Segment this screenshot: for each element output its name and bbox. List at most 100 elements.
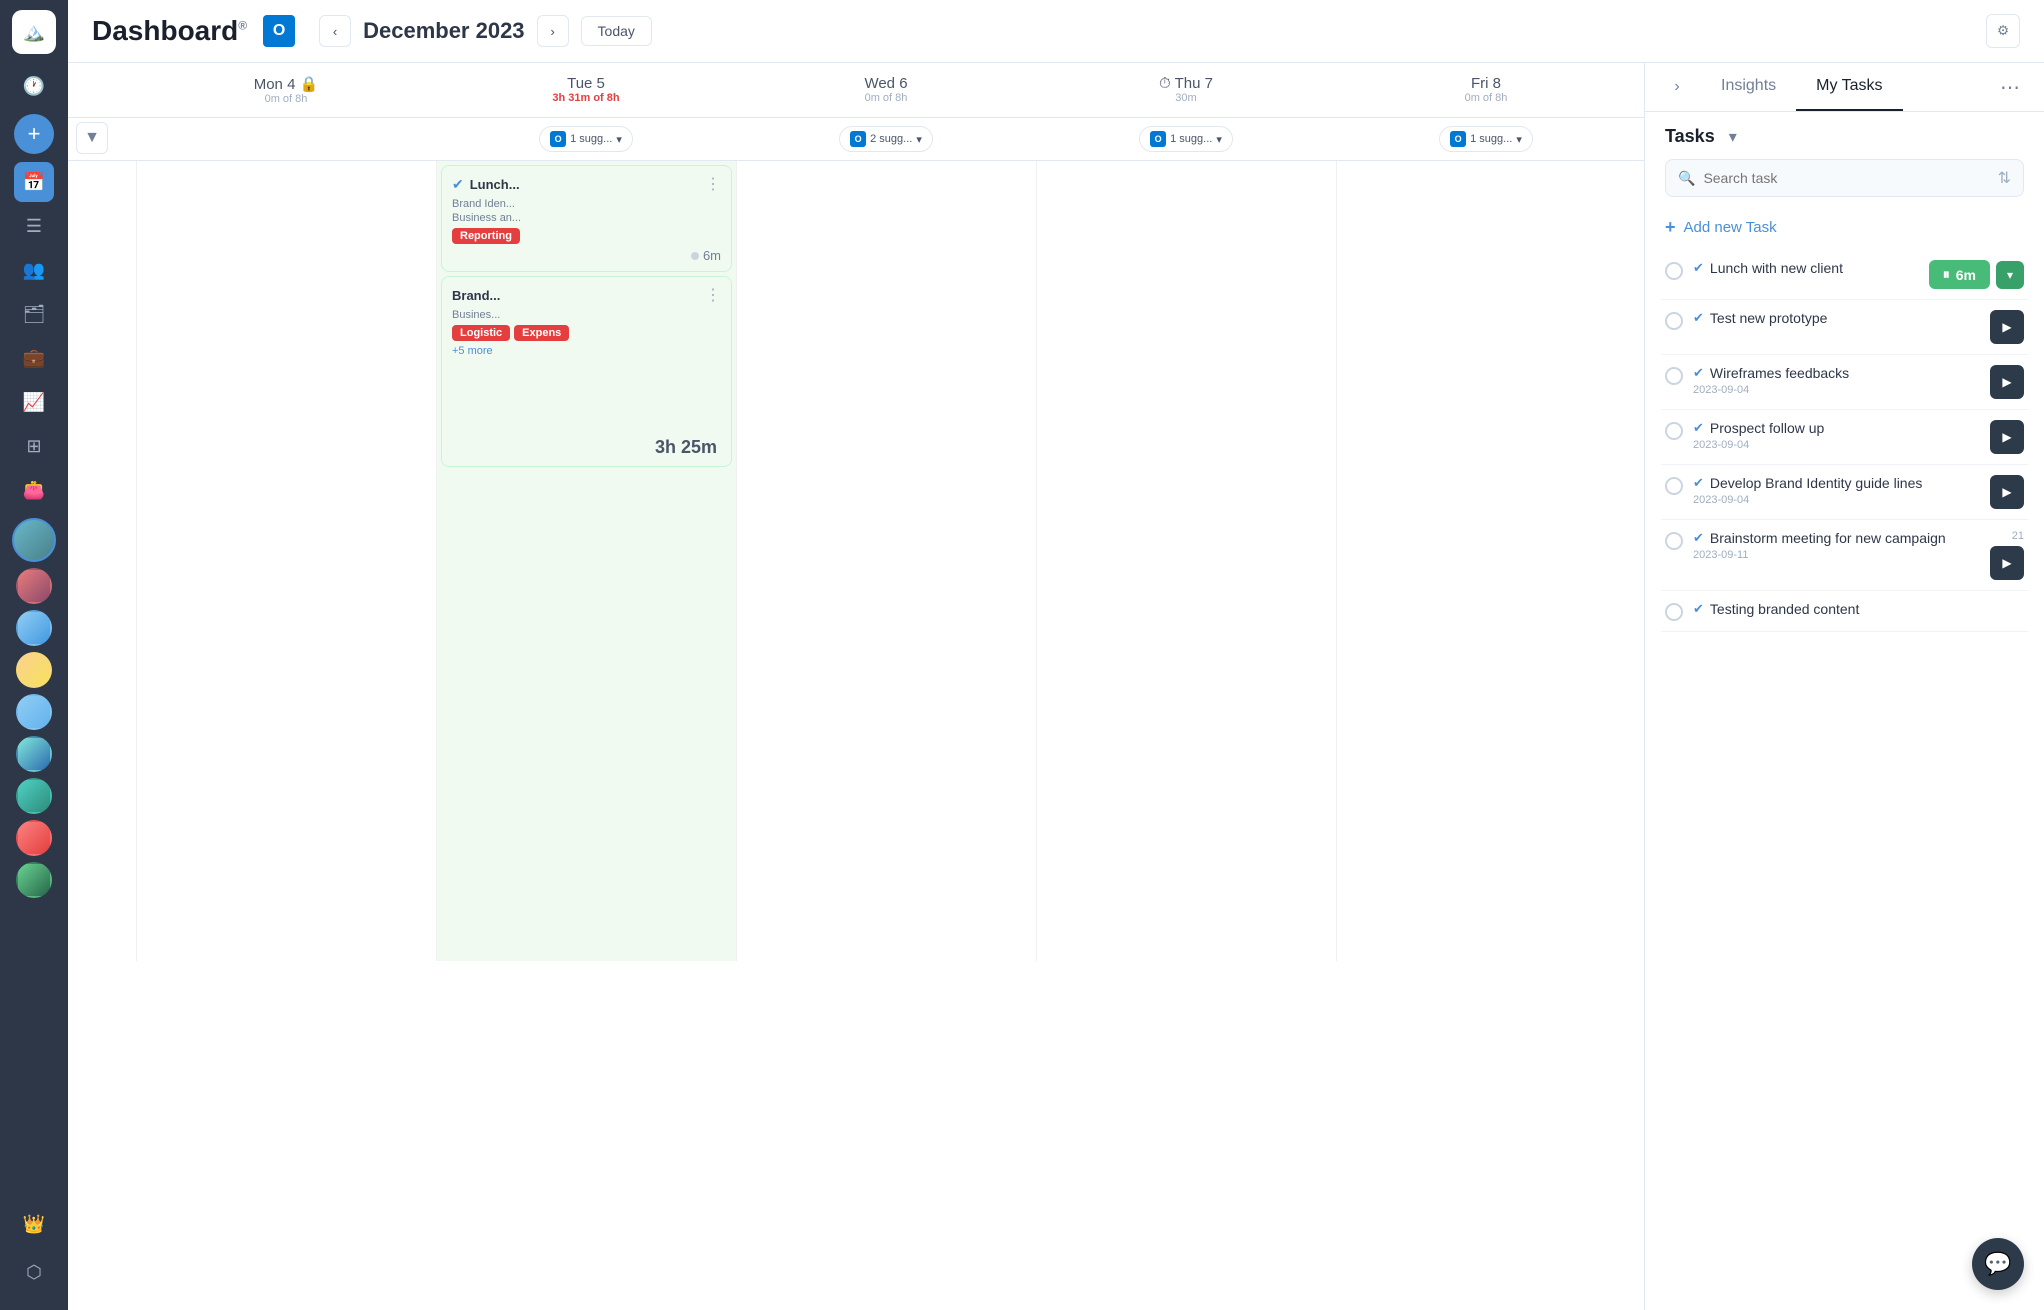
time-column bbox=[76, 161, 136, 961]
month-nav: ‹ December 2023 › Today bbox=[319, 15, 652, 47]
search-input[interactable] bbox=[1703, 170, 1989, 186]
prev-month-button[interactable]: ‹ bbox=[319, 15, 351, 47]
more-tags-button[interactable]: +5 more bbox=[452, 345, 721, 357]
sidebar-add-button[interactable]: + bbox=[14, 114, 54, 154]
avatar-4[interactable] bbox=[16, 694, 52, 730]
sidebar-item-list[interactable]: ☰ bbox=[14, 206, 54, 246]
sidebar-item-chart[interactable]: 📈 bbox=[14, 382, 54, 422]
task-date-brainstorm: 2023-09-11 bbox=[1693, 549, 1980, 561]
sidebar-item-cube[interactable]: ⬡ bbox=[14, 1252, 54, 1292]
reporting-tag[interactable]: Reporting bbox=[452, 228, 520, 244]
brand-card-title: Brand... bbox=[452, 288, 699, 303]
task-info-prototype: ✔ Test new prototype bbox=[1693, 310, 1980, 326]
avatar-1[interactable] bbox=[16, 568, 52, 604]
check-icon-lunch: ✔ bbox=[1693, 260, 1704, 276]
sidebar-item-team[interactable]: 👥 bbox=[14, 250, 54, 290]
lunch-check-icon: ✔ bbox=[452, 176, 464, 193]
outlook-icon[interactable]: O bbox=[263, 15, 295, 47]
time-spacer bbox=[76, 63, 136, 117]
wednesday-column bbox=[736, 161, 1036, 961]
avatar-7[interactable] bbox=[16, 820, 52, 856]
check-icon-brand-identity: ✔ bbox=[1693, 475, 1704, 491]
lunch-tags: Reporting bbox=[452, 228, 721, 244]
sidebar-item-briefcase[interactable]: 💼 bbox=[14, 338, 54, 378]
avatar-3[interactable] bbox=[16, 652, 52, 688]
avatar-2[interactable] bbox=[16, 610, 52, 646]
add-task-button[interactable]: + Add new Task bbox=[1645, 209, 2044, 250]
play-brainstorm-button[interactable]: ▶ bbox=[1990, 546, 2024, 580]
task-title-wireframes: ✔ Wireframes feedbacks bbox=[1693, 365, 1980, 381]
task-info-branded: ✔ Testing branded content bbox=[1693, 601, 2024, 617]
task-item-lunch: ✔ Lunch with new client ⏸ 6m ▾ bbox=[1661, 250, 2028, 300]
avatar-5[interactable] bbox=[16, 736, 52, 772]
task-radio-lunch[interactable] bbox=[1665, 262, 1683, 280]
brand-card-header: Brand... ⋮ bbox=[452, 285, 721, 305]
day-headers: Mon 4 🔒 0m of 8h Tue 5 3h 31m of 8h Wed … bbox=[68, 63, 1644, 118]
calendar-area: Mon 4 🔒 0m of 8h Tue 5 3h 31m of 8h Wed … bbox=[68, 63, 2044, 1310]
avatar-main[interactable] bbox=[12, 518, 56, 562]
today-button[interactable]: Today bbox=[581, 16, 652, 46]
sidebar-item-layers[interactable]: ⊞ bbox=[14, 426, 54, 466]
brainstorm-count: 21 bbox=[2012, 530, 2024, 542]
task-radio-prototype[interactable] bbox=[1665, 312, 1683, 330]
outlook-sugg-icon-fri: O bbox=[1450, 131, 1466, 147]
task-radio-brand-identity[interactable] bbox=[1665, 477, 1683, 495]
app-logo[interactable]: 🏔️ bbox=[12, 10, 56, 54]
play-wireframes-button[interactable]: ▶ bbox=[1990, 365, 2024, 399]
timer-expand-button[interactable]: ▾ bbox=[1996, 261, 2024, 289]
tasks-dropdown-icon[interactable]: ▾ bbox=[1723, 127, 1743, 147]
suggestions-row: ▼ O 1 sugg... ▾ O 2 sugg... ▾ bbox=[68, 118, 1644, 161]
panel-more-button[interactable]: ⋯ bbox=[1992, 67, 2028, 108]
expand-button[interactable]: ▼ bbox=[76, 122, 108, 154]
logistic-tag[interactable]: Logistic bbox=[452, 325, 510, 341]
play-prototype-button[interactable]: ▶ bbox=[1990, 310, 2024, 344]
play-brand-identity-button[interactable]: ▶ bbox=[1990, 475, 2024, 509]
brand-menu-icon[interactable]: ⋮ bbox=[705, 285, 721, 305]
play-prospect-button[interactable]: ▶ bbox=[1990, 420, 2024, 454]
sidebar-item-portfolio[interactable]: 🗂 bbox=[14, 294, 54, 334]
task-title-prospect: ✔ Prospect follow up bbox=[1693, 420, 1980, 436]
chat-bubble-button[interactable]: 💬 bbox=[1972, 1238, 2024, 1290]
task-item-branded: ✔ Testing branded content bbox=[1661, 591, 2028, 632]
avatar-8[interactable] bbox=[16, 862, 52, 898]
sidebar-item-wallet[interactable]: 👛 bbox=[14, 470, 54, 510]
pause-timer-button[interactable]: ⏸ 6m bbox=[1929, 260, 1990, 289]
tab-my-tasks[interactable]: My Tasks bbox=[1796, 63, 1902, 111]
task-title-brainstorm: ✔ Brainstorm meeting for new campaign bbox=[1693, 530, 1980, 546]
lunch-menu-icon[interactable]: ⋮ bbox=[705, 174, 721, 194]
fri-suggestion-button[interactable]: O 1 sugg... ▾ bbox=[1439, 126, 1533, 152]
avatar-6[interactable] bbox=[16, 778, 52, 814]
task-radio-branded[interactable] bbox=[1665, 603, 1683, 621]
task-title-lunch: ✔ Lunch with new client bbox=[1693, 260, 1919, 276]
expense-tag[interactable]: Expens bbox=[514, 325, 569, 341]
task-title-prototype: ✔ Test new prototype bbox=[1693, 310, 1980, 326]
task-radio-wireframes[interactable] bbox=[1665, 367, 1683, 385]
lunch-card[interactable]: ✔ Lunch... ⋮ Brand Iden... Business an..… bbox=[441, 165, 732, 272]
sidebar-item-crown[interactable]: 👑 bbox=[14, 1204, 54, 1244]
tue-suggestion-button[interactable]: O 1 sugg... ▾ bbox=[539, 126, 633, 152]
thu-suggestion-button[interactable]: O 1 sugg... ▾ bbox=[1139, 126, 1233, 152]
next-month-button[interactable]: › bbox=[537, 15, 569, 47]
sidebar-item-calendar[interactable]: 📅 bbox=[14, 162, 54, 202]
wed-suggestion-button[interactable]: O 2 sugg... ▾ bbox=[839, 126, 933, 152]
task-radio-brainstorm[interactable] bbox=[1665, 532, 1683, 550]
brand-tags: Logistic Expens bbox=[452, 325, 721, 341]
brand-card[interactable]: Brand... ⋮ Busines... Logistic Expens +5… bbox=[441, 276, 732, 467]
sidebar-avatars bbox=[12, 518, 56, 1200]
timer-running: ⏸ 6m ▾ bbox=[1929, 260, 2024, 289]
right-panel: › Insights My Tasks ⋯ Tasks ▾ 🔍 ⇅ + Add … bbox=[1644, 63, 2044, 1310]
sidebar-item-clock[interactable]: 🕐 bbox=[14, 66, 54, 106]
thu-sugg-cell: O 1 sugg... ▾ bbox=[1036, 122, 1336, 156]
day-header-wed: Wed 6 0m of 8h bbox=[736, 63, 1036, 117]
panel-expand-button[interactable]: › bbox=[1661, 71, 1693, 103]
day-header-tue: Tue 5 3h 31m of 8h bbox=[436, 63, 736, 117]
lunch-card-title: Lunch... bbox=[470, 177, 699, 192]
sort-icon[interactable]: ⇅ bbox=[1998, 168, 2011, 188]
settings-button[interactable]: ⚙ bbox=[1986, 14, 2020, 48]
task-item-brainstorm: ✔ Brainstorm meeting for new campaign 20… bbox=[1661, 520, 2028, 591]
tab-insights[interactable]: Insights bbox=[1701, 63, 1796, 111]
sugg-spacer: ▼ bbox=[76, 122, 136, 156]
check-icon-branded: ✔ bbox=[1693, 601, 1704, 617]
task-title-branded: ✔ Testing branded content bbox=[1693, 601, 2024, 617]
task-radio-prospect[interactable] bbox=[1665, 422, 1683, 440]
